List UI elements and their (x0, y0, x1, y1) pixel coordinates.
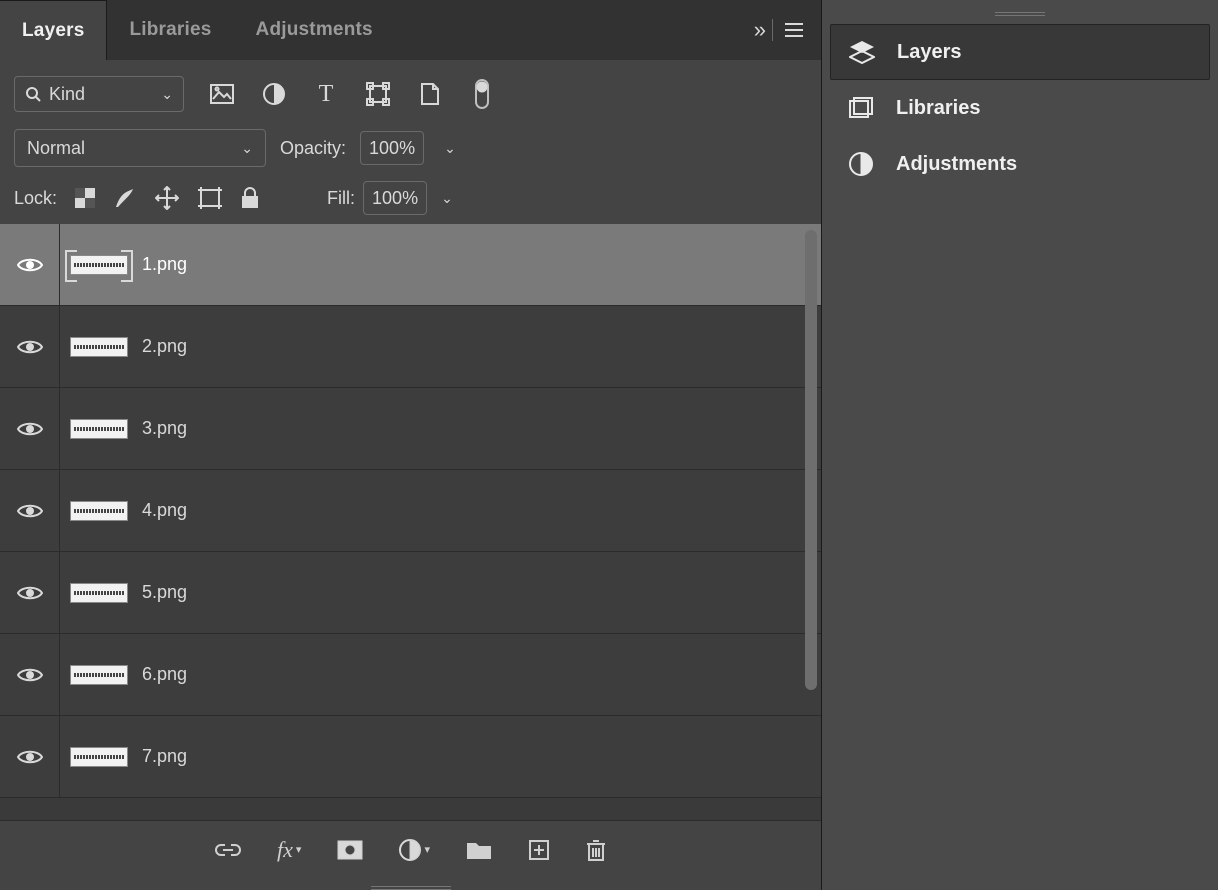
filter-pixel-icon[interactable] (208, 84, 236, 104)
side-item-label: Layers (897, 41, 962, 64)
opacity-stepper-icon[interactable]: ⌄ (444, 140, 456, 157)
collapse-panel-icon[interactable]: » (754, 17, 762, 43)
layer-mask-icon[interactable] (337, 840, 363, 860)
fill-stepper-icon[interactable]: ⌄ (441, 190, 453, 207)
blend-row: Normal ⌄ Opacity: 100% ⌄ (0, 124, 821, 180)
lock-transparency-icon[interactable] (75, 188, 95, 208)
chevron-down-icon: ⌄ (241, 140, 253, 157)
side-item-libraries[interactable]: Libraries (830, 80, 1210, 136)
chevron-down-icon: ⌄ (161, 86, 173, 103)
layer-row[interactable]: 3.png (0, 388, 821, 470)
side-item-label: Adjustments (896, 153, 1017, 176)
layer-name[interactable]: 1.png (142, 254, 187, 275)
layer-row[interactable]: 6.png (0, 634, 821, 716)
layer-effects-icon[interactable]: fx▾ (277, 837, 301, 863)
blend-mode-value: Normal (27, 138, 85, 159)
visibility-toggle[interactable] (0, 306, 60, 387)
fill-input[interactable]: 100% (363, 181, 427, 215)
resize-grip[interactable] (371, 884, 451, 890)
lock-pixels-icon[interactable] (113, 187, 137, 209)
layer-thumbnail[interactable] (70, 255, 128, 275)
layer-thumbnail[interactable] (70, 665, 128, 685)
side-item-label: Libraries (896, 97, 980, 120)
filter-kind-dropdown[interactable]: Kind ⌄ (14, 76, 184, 112)
fill-label: Fill: (327, 188, 355, 209)
opacity-label: Opacity: (280, 138, 346, 159)
resize-grip[interactable] (995, 10, 1045, 16)
tab-libraries[interactable]: Libraries (107, 0, 233, 60)
layer-row[interactable]: 5.png (0, 552, 821, 634)
fill-value: 100% (372, 188, 418, 209)
filter-kind-label: Kind (49, 84, 85, 105)
layers-list: 1.png 2.png 3.png 4.png 5.png 6.png 7.png (0, 224, 821, 820)
layer-thumbnail[interactable] (70, 419, 128, 439)
layers-bottom-bar: fx▾ ▾ (0, 820, 821, 878)
visibility-toggle[interactable] (0, 716, 60, 797)
adjustments-icon (848, 152, 874, 176)
filter-type-icon[interactable]: T (312, 81, 340, 108)
lock-position-icon[interactable] (155, 186, 179, 210)
group-layers-icon[interactable] (466, 840, 492, 860)
lock-row: Lock: Fill: 100% ⌄ (0, 180, 821, 224)
link-layers-icon[interactable] (215, 842, 241, 858)
filter-toggle[interactable] (468, 79, 496, 109)
panel-menu-icon[interactable] (783, 21, 805, 39)
layer-row[interactable]: 7.png (0, 716, 821, 798)
layer-thumbnail[interactable] (70, 583, 128, 603)
lock-artboard-icon[interactable] (197, 187, 223, 209)
libraries-icon (848, 96, 874, 120)
layer-row[interactable]: 2.png (0, 306, 821, 388)
divider (772, 19, 773, 41)
layer-name[interactable]: 2.png (142, 336, 187, 357)
adjustment-layer-icon[interactable]: ▾ (399, 839, 430, 861)
layers-icon (849, 40, 875, 64)
lock-label: Lock: (14, 188, 57, 209)
layer-name[interactable]: 5.png (142, 582, 187, 603)
layer-row[interactable]: 4.png (0, 470, 821, 552)
layer-thumbnail[interactable] (70, 747, 128, 767)
side-item-layers[interactable]: Layers (830, 24, 1210, 80)
opacity-input[interactable]: 100% (360, 131, 424, 165)
panel-tab-bar: Layers Libraries Adjustments » (0, 0, 821, 60)
filter-shape-icon[interactable] (364, 82, 392, 106)
lock-all-icon[interactable] (241, 187, 259, 209)
filter-adjustment-icon[interactable] (260, 83, 288, 105)
opacity-value: 100% (369, 138, 415, 159)
layer-filter-row: Kind ⌄ T (0, 60, 821, 124)
delete-layer-icon[interactable] (586, 838, 606, 862)
tab-layers[interactable]: Layers (0, 0, 107, 60)
filter-smartobject-icon[interactable] (416, 82, 444, 106)
layer-name[interactable]: 7.png (142, 746, 187, 767)
layer-name[interactable]: 6.png (142, 664, 187, 685)
blend-mode-dropdown[interactable]: Normal ⌄ (14, 129, 266, 167)
visibility-toggle[interactable] (0, 470, 60, 551)
scrollbar[interactable] (805, 230, 817, 690)
layer-thumbnail[interactable] (70, 501, 128, 521)
layers-panel: Layers Libraries Adjustments » Kind ⌄ (0, 0, 822, 890)
layer-row[interactable]: 1.png (0, 224, 821, 306)
new-layer-icon[interactable] (528, 839, 550, 861)
side-item-adjustments[interactable]: Adjustments (830, 136, 1210, 192)
tab-adjustments[interactable]: Adjustments (234, 0, 395, 60)
visibility-toggle[interactable] (0, 552, 60, 633)
layer-name[interactable]: 4.png (142, 500, 187, 521)
layer-name[interactable]: 3.png (142, 418, 187, 439)
side-panel: Layers Libraries Adjustments (822, 0, 1218, 890)
visibility-toggle[interactable] (0, 224, 60, 305)
visibility-toggle[interactable] (0, 634, 60, 715)
visibility-toggle[interactable] (0, 388, 60, 469)
layer-thumbnail[interactable] (70, 337, 128, 357)
